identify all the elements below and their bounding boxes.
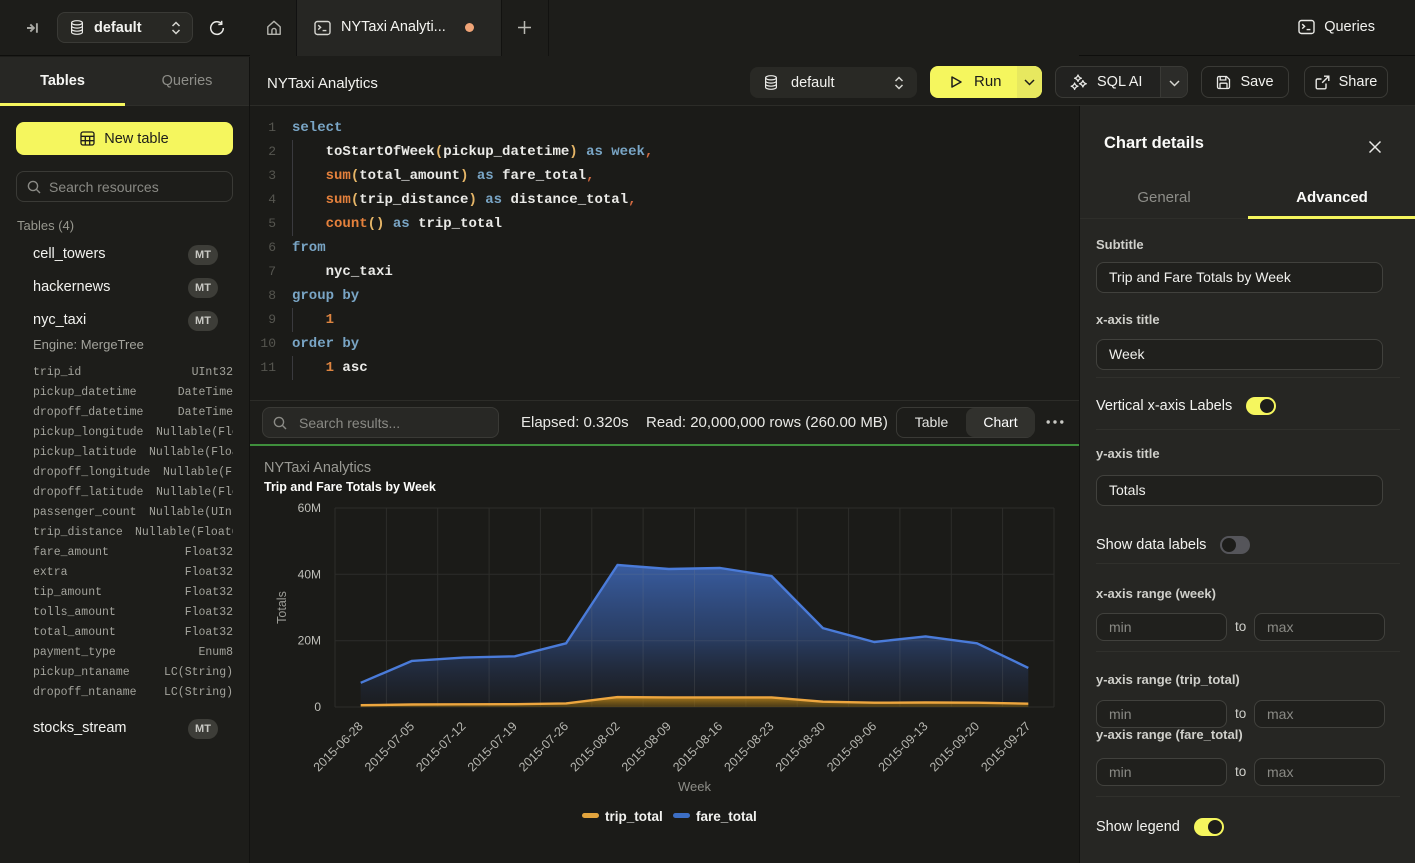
- svg-text:2015-08-02: 2015-08-02: [568, 719, 623, 774]
- svg-text:2015-07-26: 2015-07-26: [516, 719, 571, 774]
- svg-text:0: 0: [314, 700, 321, 714]
- svg-text:40M: 40M: [298, 567, 321, 581]
- svg-text:fare_total: fare_total: [696, 809, 757, 824]
- svg-text:2015-08-16: 2015-08-16: [670, 719, 725, 774]
- svg-text:2015-09-06: 2015-09-06: [824, 719, 879, 774]
- svg-text:2015-08-30: 2015-08-30: [773, 719, 828, 774]
- svg-text:2015-07-12: 2015-07-12: [413, 719, 468, 774]
- svg-text:trip_total: trip_total: [605, 809, 663, 824]
- svg-text:Totals: Totals: [275, 591, 289, 624]
- svg-text:2015-09-13: 2015-09-13: [876, 719, 931, 774]
- svg-text:2015-08-23: 2015-08-23: [722, 719, 777, 774]
- svg-text:2015-07-05: 2015-07-05: [362, 719, 417, 774]
- svg-text:20M: 20M: [298, 634, 321, 648]
- svg-text:60M: 60M: [298, 501, 321, 515]
- svg-text:2015-07-19: 2015-07-19: [465, 719, 520, 774]
- svg-text:2015-06-28: 2015-06-28: [311, 719, 366, 774]
- svg-text:2015-09-27: 2015-09-27: [978, 719, 1033, 774]
- svg-text:Week: Week: [678, 779, 711, 794]
- svg-text:2015-09-20: 2015-09-20: [927, 719, 982, 774]
- svg-text:2015-08-09: 2015-08-09: [619, 719, 674, 774]
